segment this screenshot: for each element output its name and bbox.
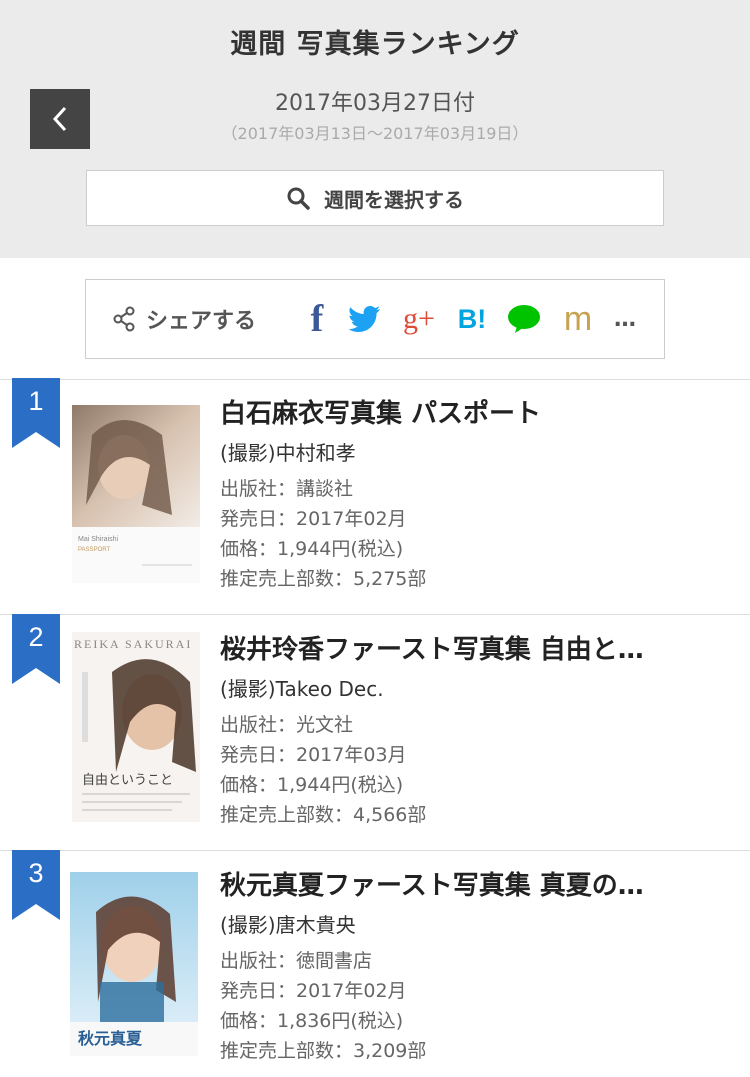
book-title[interactable]: 秋元真夏ファースト写真集 真夏の… (220, 868, 730, 904)
twitter-icon[interactable] (348, 280, 382, 358)
mixi-icon[interactable]: m (560, 280, 596, 358)
svg-text:Mai Shiraishi: Mai Shiraishi (78, 536, 119, 543)
book-estimated-sales: 推定売上部数：3,209部 (220, 1040, 427, 1062)
rank-number: 2 (28, 622, 44, 652)
book-cover-image[interactable]: 秋元真夏 (70, 872, 198, 1056)
search-icon (287, 187, 310, 210)
book-publisher: 出版社：徳間書店 (220, 950, 373, 972)
svg-text:秋元真夏: 秋元真夏 (78, 1029, 143, 1048)
book-estimated-sales: 推定売上部数：4,566部 (220, 804, 427, 826)
share-label-group: シェアする (112, 280, 256, 358)
book-price: 価格：1,944円(税込) (220, 538, 404, 560)
book-info: 秋元真夏ファースト写真集 真夏の… (撮影)唐木貴央 出版社：徳間書店 発売日：… (220, 868, 730, 1066)
ranking-header: 週間 写真集ランキング 2017年03月27日付 （2017年03月13日〜20… (0, 0, 750, 258)
svg-text:自由ということ: 自由ということ (82, 773, 173, 788)
book-release-date: 発売日：2017年03月 (220, 744, 407, 766)
ranking-date: 2017年03月27日付 (275, 91, 475, 116)
book-photographer: (撮影)唐木貴央 (220, 913, 356, 937)
book-title[interactable]: 白石麻衣写真集 パスポート (220, 396, 730, 432)
book-publisher: 出版社：光文社 (220, 714, 354, 736)
ranking-date-range: （2017年03月13日〜2017年03月19日） (221, 124, 529, 143)
more-share-icon[interactable]: … (610, 280, 640, 358)
share-icon (113, 306, 135, 332)
book-release-date: 発売日：2017年02月 (220, 508, 407, 530)
book-release-date: 発売日：2017年02月 (220, 980, 407, 1002)
rank-number: 3 (28, 858, 44, 888)
ranking-item[interactable]: 3 秋元真夏 秋元真夏ファースト写真集 真夏の… (撮影)唐木貴央 出版社：徳間… (0, 850, 750, 1077)
share-bar: シェアする f g+ B! m … (85, 279, 665, 359)
ranking-item[interactable]: 2 REIKA SAKURAI 自由ということ 桜井玲香ファースト写真集 自由と… (0, 614, 750, 849)
book-price: 価格：1,944円(税込) (220, 774, 404, 796)
hatena-bookmark-icon[interactable]: B! (454, 280, 490, 358)
book-cover-image[interactable]: REIKA SAKURAI 自由ということ (72, 632, 200, 822)
book-title[interactable]: 桜井玲香ファースト写真集 自由と… (220, 632, 730, 668)
book-photographer: (撮影)中村和孝 (220, 441, 356, 465)
rank-number: 1 (28, 386, 44, 416)
book-info: 白石麻衣写真集 パスポート (撮影)中村和孝 出版社：講談社 発売日：2017年… (220, 396, 730, 594)
book-photographer: (撮影)Takeo Dec. (220, 677, 384, 701)
book-cover-image[interactable]: Mai Shiraishi PASSPORT (72, 405, 200, 583)
share-label: シェアする (146, 309, 257, 334)
ranking-item[interactable]: 1 Mai Shiraishi PASSPORT 白石麻衣写真集 パスポート (… (0, 378, 750, 613)
svg-text:PASSPORT: PASSPORT (78, 547, 110, 553)
week-select-button[interactable]: 週間を選択する (86, 170, 664, 226)
google-plus-icon[interactable]: g+ (402, 280, 436, 358)
line-icon[interactable] (506, 280, 542, 358)
facebook-icon[interactable]: f (304, 280, 330, 358)
book-price: 価格：1,836円(税込) (220, 1010, 404, 1032)
book-publisher: 出版社：講談社 (220, 478, 354, 500)
week-select-label: 週間を選択する (324, 187, 464, 212)
book-info: 桜井玲香ファースト写真集 自由と… (撮影)Takeo Dec. 出版社：光文社… (220, 632, 730, 830)
book-estimated-sales: 推定売上部数：5,275部 (220, 568, 427, 590)
page-title: 週間 写真集ランキング (230, 29, 520, 60)
svg-text:REIKA SAKURAI: REIKA SAKURAI (74, 637, 192, 651)
